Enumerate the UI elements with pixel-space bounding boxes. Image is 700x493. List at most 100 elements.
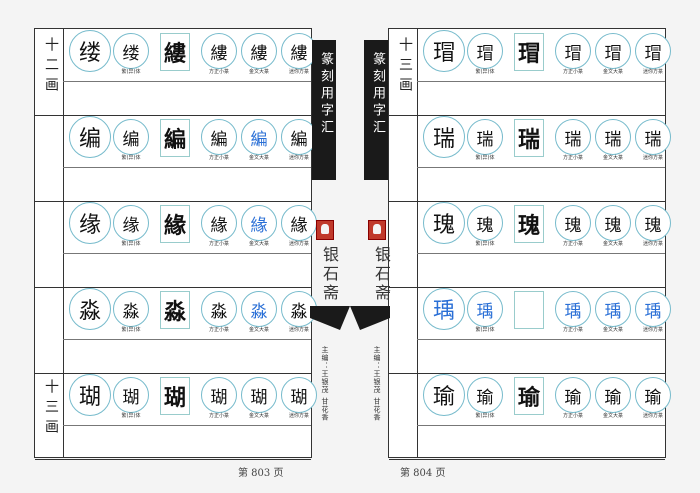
variant-cell: 瑀方正小篆 [555, 291, 591, 333]
style-caption: 繁(异)体 [121, 155, 141, 161]
headword-cell: 编 [69, 116, 111, 161]
variant-cell: 瑚 [157, 377, 193, 419]
brand-name: 银石斋 [372, 246, 391, 303]
variant-cell: 瑰迷你方篆 [635, 205, 671, 247]
glyph: 緣 [201, 205, 237, 241]
glyph: 瑰 [555, 205, 591, 241]
block-divider [35, 459, 311, 460]
style-caption: 迷你方篆 [642, 413, 663, 419]
glyph: 縷 [241, 33, 277, 69]
glyph: 瑜 [467, 377, 503, 413]
glyph: 淼 [69, 288, 111, 330]
glyph: 縷 [160, 33, 190, 71]
glyph-row: 编编繁(异)体編編方正小篆編金文大篆編迷你方篆 [63, 116, 317, 161]
variant-cell: 瑁 [511, 33, 547, 75]
style-caption: 金文大篆 [248, 155, 269, 161]
variant-cell: 瑞 [511, 119, 547, 161]
variant-cell: 緣迷你方篆 [281, 205, 317, 247]
variant-cell: 瑚迷你方篆 [281, 377, 317, 419]
glyph: 瑀 [595, 291, 631, 327]
row-divider [63, 253, 311, 254]
variant-cell: 瑀繁(异)体 [467, 291, 503, 333]
style-caption: 迷你方篆 [642, 327, 663, 333]
section-label-12: 十二画 [43, 37, 59, 97]
glyph: 縷 [201, 33, 237, 69]
right-spine-banner: 篆刻用字汇 [364, 40, 388, 180]
variant-cell: 瑀金文大篆 [595, 291, 631, 333]
glyph: 編 [160, 119, 190, 157]
style-caption: 迷你方篆 [288, 413, 309, 419]
variant-cell: 瑜 [511, 377, 547, 419]
variant-cell: 縷金文大篆 [241, 33, 277, 75]
style-caption: 方正小篆 [208, 69, 229, 75]
glyph: 编 [113, 119, 149, 155]
glyph: 瑀 [635, 291, 671, 327]
style-caption: 方正小篆 [208, 155, 229, 161]
style-caption: 迷你方篆 [288, 241, 309, 247]
glyph: 缘 [69, 202, 111, 244]
variant-cell: 瑞迷你方篆 [635, 119, 671, 161]
style-caption: 金文大篆 [602, 69, 623, 75]
row-divider [417, 339, 665, 340]
variant-cell: 編 [157, 119, 193, 161]
variant-cell: 瑚方正小篆 [201, 377, 237, 419]
glyph: 瑞 [423, 116, 465, 158]
style-caption: 金文大篆 [602, 155, 623, 161]
glyph: 淼 [201, 291, 237, 327]
glyph: 編 [241, 119, 277, 155]
glyph: 瑁 [595, 33, 631, 69]
page-number: 第 803 页 [238, 468, 284, 479]
glyph: 淼 [160, 291, 190, 329]
glyph: 编 [69, 116, 111, 158]
glyph: 瑚 [241, 377, 277, 413]
variant-cell: 瑜金文大篆 [595, 377, 631, 419]
variant-cell: 淼方正小篆 [201, 291, 237, 333]
headword-cell: 瑀 [423, 288, 465, 333]
style-caption: 迷你方篆 [642, 241, 663, 247]
style-caption: 迷你方篆 [642, 155, 663, 161]
glyph: 瑁 [635, 33, 671, 69]
row-divider [63, 81, 311, 82]
variant-cell: 淼 [157, 291, 193, 333]
variant-cell: 瑞方正小篆 [555, 119, 591, 161]
glyph-row: 瑁瑁繁(异)体瑁瑁方正小篆瑁金文大篆瑁迷你方篆 [417, 30, 671, 75]
variant-cell: 縷方正小篆 [201, 33, 237, 75]
variant-cell: 瑜迷你方篆 [635, 377, 671, 419]
style-caption: 方正小篆 [208, 327, 229, 333]
glyph: 瑞 [514, 119, 544, 157]
glyph: 瑜 [514, 377, 544, 415]
variant-cell: 瑰方正小篆 [555, 205, 591, 247]
variant-cell: 瑰 [511, 205, 547, 247]
glyph: 瑀 [555, 291, 591, 327]
variant-cell [511, 291, 547, 333]
glyph: 瑰 [467, 205, 503, 241]
style-caption: 方正小篆 [208, 413, 229, 419]
glyph: 瑜 [423, 374, 465, 416]
style-caption: 金文大篆 [248, 327, 269, 333]
glyph-row: 缘缘繁(异)体緣緣方正小篆緣金文大篆緣迷你方篆 [63, 202, 317, 247]
variant-cell: 瑁繁(异)体 [467, 33, 503, 75]
glyph: 缕 [69, 30, 111, 72]
section-label-13: 十三画 [397, 37, 413, 97]
spine-title: 篆刻用字汇 [318, 52, 333, 137]
style-caption: 方正小篆 [562, 69, 583, 75]
glyph-row: 淼淼繁(异)体淼淼方正小篆淼金文大篆淼迷你方篆 [63, 288, 317, 333]
row-divider [63, 339, 311, 340]
variant-cell: 瑰繁(异)体 [467, 205, 503, 247]
glyph: 瑁 [467, 33, 503, 69]
style-caption: 繁(异)体 [121, 413, 141, 419]
left-spine-banner: 篆刻用字汇 [312, 40, 336, 180]
style-caption: 繁(异)体 [121, 241, 141, 247]
variant-cell: 缕繁(异)体 [113, 33, 149, 75]
spine-wedge [310, 306, 390, 330]
glyph: 瑜 [555, 377, 591, 413]
glyph: 瑚 [281, 377, 317, 413]
style-caption: 繁(异)体 [475, 241, 495, 247]
variant-cell: 瑰金文大篆 [595, 205, 631, 247]
variant-cell: 瑁金文大篆 [595, 33, 631, 75]
glyph-row: 瑀瑀繁(异)体瑀方正小篆瑀金文大篆瑀迷你方篆 [417, 288, 671, 333]
style-caption: 方正小篆 [562, 241, 583, 247]
glyph: 瑚 [113, 377, 149, 413]
glyph-row: 瑜瑜繁(异)体瑜瑜方正小篆瑜金文大篆瑜迷你方篆 [417, 374, 671, 419]
block-divider [389, 373, 665, 374]
